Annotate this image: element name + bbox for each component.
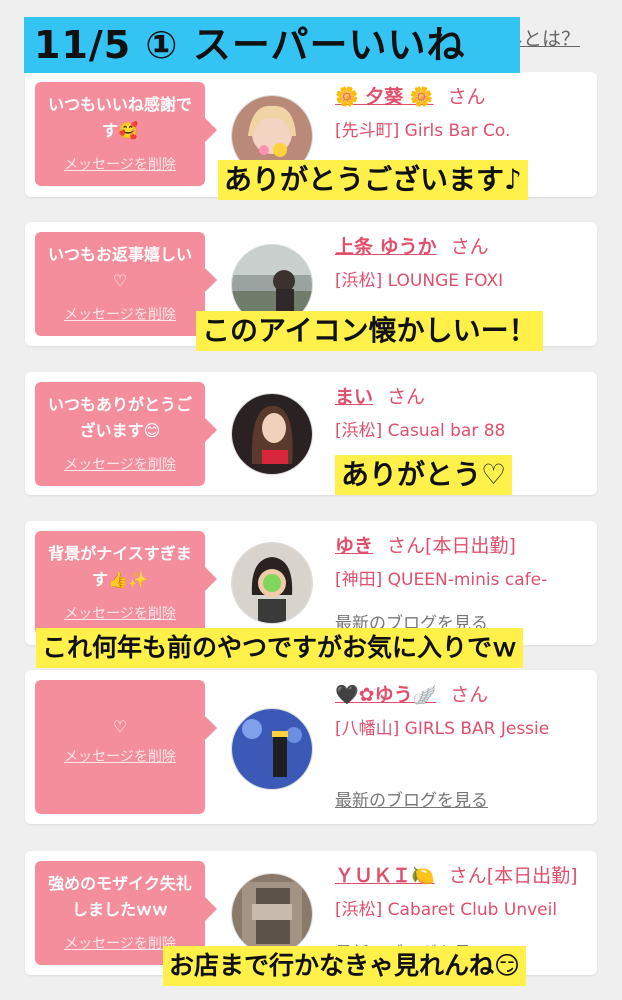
page-title: 11/5 ① スーパーいいね — [24, 17, 520, 73]
delete-message-link[interactable]: メッセージを削除 — [35, 154, 205, 174]
latest-blog-link[interactable]: 最新のブログを見る — [335, 786, 488, 811]
avatar[interactable] — [231, 393, 313, 475]
user-name-row: ゆき さん[本日出勤] — [335, 531, 516, 558]
message-bubble: いつもいいね感謝です🥰 メッセージを削除 — [35, 82, 217, 186]
user-name-row: 上条 ゆうか さん — [335, 232, 489, 259]
message-text: ♡ — [112, 717, 128, 736]
super-like-card: ♡ メッセージを削除 🖤✿ゆう🪽 さん [八幡山] GIRLS BAR Jessi… — [25, 670, 597, 824]
user-name-link[interactable]: 上条 ゆうか — [335, 236, 437, 258]
shop-info: [八幡山] GIRLS BAR Jessie — [335, 719, 550, 739]
profile-photo — [232, 394, 312, 474]
honorific: さん — [387, 535, 426, 557]
delete-message-link[interactable]: メッセージを削除 — [35, 304, 205, 324]
message-text: いつもお返事嬉しい♡ — [47, 245, 192, 290]
message-text: いつもありがとうございます😊 — [47, 395, 192, 440]
user-name-link[interactable]: まい — [335, 386, 373, 408]
message-text: 強めのモザイク失礼しましたｗｗ — [48, 874, 192, 919]
profile-photo — [232, 709, 312, 789]
honorific: さん — [387, 386, 426, 408]
message-text: 背景がナイスすぎます👍✨ — [48, 544, 192, 589]
avatar[interactable] — [231, 708, 313, 790]
shop-info: [先斗町] Girls Bar Co. — [335, 121, 511, 141]
shop-info: [神田] QUEEN-minis cafe- — [335, 570, 548, 590]
message-bubble: いつもありがとうございます😊 メッセージを削除 — [35, 382, 217, 486]
profile-photo — [232, 543, 312, 623]
honorific: さん — [450, 236, 489, 258]
user-name-row: まい さん — [335, 382, 425, 409]
delete-message-link[interactable]: メッセージを削除 — [35, 603, 205, 623]
attendance-badge: [本日出勤] — [486, 865, 578, 887]
message-bubble: 背景がナイスすぎます👍✨ メッセージを削除 — [35, 531, 217, 635]
caption-text: ありがとう♡ — [335, 455, 513, 495]
message-text: いつもいいね感謝です🥰 — [48, 95, 192, 140]
super-like-card: 背景がナイスすぎます👍✨ メッセージを削除 ゆき さん[本日出勤] [神田] QU… — [25, 521, 597, 645]
avatar[interactable] — [231, 873, 313, 955]
user-name-link[interactable]: 🖤✿ゆう🪽 — [335, 684, 436, 706]
honorific: さん — [447, 86, 486, 108]
profile-photo — [232, 874, 312, 954]
delete-message-link[interactable]: メッセージを削除 — [35, 746, 205, 766]
honorific: さん — [450, 684, 489, 706]
user-name-link[interactable]: ＹＵＫＩ🍋 — [335, 865, 435, 887]
message-bubble: ♡ メッセージを削除 — [35, 680, 217, 814]
delete-message-link[interactable]: メッセージを削除 — [35, 454, 205, 474]
caption-text: これ何年も前のやつですがお気に入りでｗ — [36, 628, 524, 668]
message-bubble: いつもお返事嬉しい♡ メッセージを削除 — [35, 232, 217, 336]
shop-info: [浜松] Cabaret Club Unveil — [335, 900, 558, 920]
shop-info: [浜松] LOUNGE FOXI — [335, 271, 504, 291]
user-name-link[interactable]: ゆき — [335, 535, 373, 557]
user-name-link[interactable]: 🌼 夕葵 🌼 — [335, 86, 434, 108]
user-name-row: ＹＵＫＩ🍋 さん[本日出勤] — [335, 861, 578, 888]
caption-text: ありがとうございます♪ — [218, 160, 528, 200]
shop-info: [浜松] Casual bar 88 — [335, 421, 506, 441]
caption-text: このアイコン懐かしいー！ — [196, 311, 543, 351]
caption-text: お店まで行かなきゃ見れんね😏 — [163, 946, 527, 986]
avatar[interactable] — [231, 542, 313, 624]
honorific: さん — [448, 865, 487, 887]
user-name-row: 🖤✿ゆう🪽 さん — [335, 680, 488, 707]
user-name-row: 🌼 夕葵 🌼 さん — [335, 82, 486, 109]
attendance-badge: [本日出勤] — [425, 535, 516, 557]
